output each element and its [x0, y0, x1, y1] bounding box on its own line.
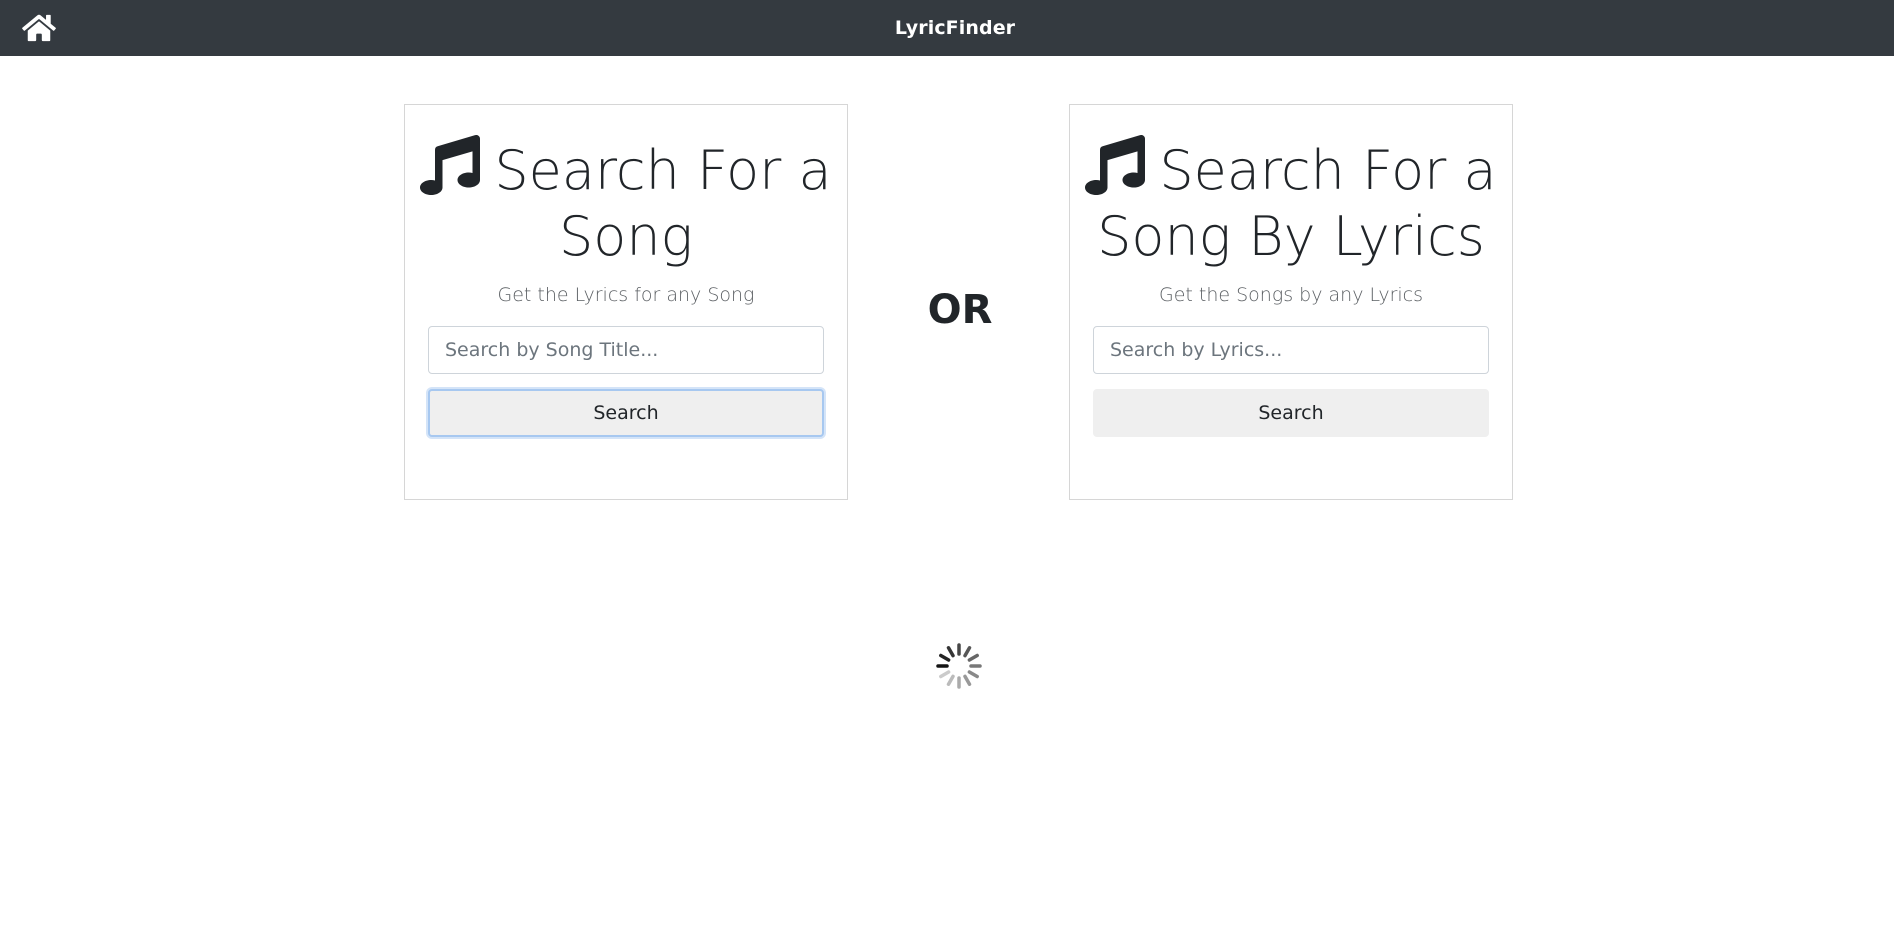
lyrics-search-heading: Search For a Song By Lyrics	[1080, 135, 1502, 270]
lyrics-search-button[interactable]: Search	[1093, 389, 1489, 437]
spinner-tick	[967, 670, 979, 679]
spinner-tick	[963, 674, 972, 686]
lyrics-search-input[interactable]	[1093, 326, 1489, 374]
lyrics-search-subtitle: Get the Songs by any Lyrics	[1158, 284, 1424, 306]
music-note-icon	[420, 135, 481, 195]
top-navbar: LyricFinder	[0, 0, 1894, 56]
or-separator: OR	[927, 287, 993, 333]
lyrics-search-title: Search For a Song By Lyrics	[1097, 139, 1497, 268]
song-title-search-button[interactable]: Search	[428, 389, 824, 437]
spinner-tick	[946, 646, 955, 658]
song-title-search-subtitle: Get the Lyrics for any Song	[497, 284, 755, 306]
spinner-tick	[963, 646, 972, 658]
brand-title[interactable]: LyricFinder	[895, 17, 1015, 39]
lyrics-search-card: Search For a Song By Lyrics Get the Song…	[1069, 104, 1513, 500]
song-title-search-card: Search For a Song Get the Lyrics for any…	[404, 104, 848, 500]
spinner-tick	[946, 674, 955, 686]
song-title-search-input[interactable]	[428, 326, 824, 374]
music-note-icon	[1085, 135, 1146, 195]
home-icon[interactable]	[22, 13, 56, 43]
song-title-search-heading: Search For a Song	[415, 135, 837, 270]
spinner-tick	[939, 670, 951, 679]
loading-spinner-icon	[935, 642, 983, 690]
spinner-tick	[967, 653, 979, 662]
song-title-search-title: Search For a Song	[494, 139, 832, 268]
spinner-tick	[939, 653, 951, 662]
